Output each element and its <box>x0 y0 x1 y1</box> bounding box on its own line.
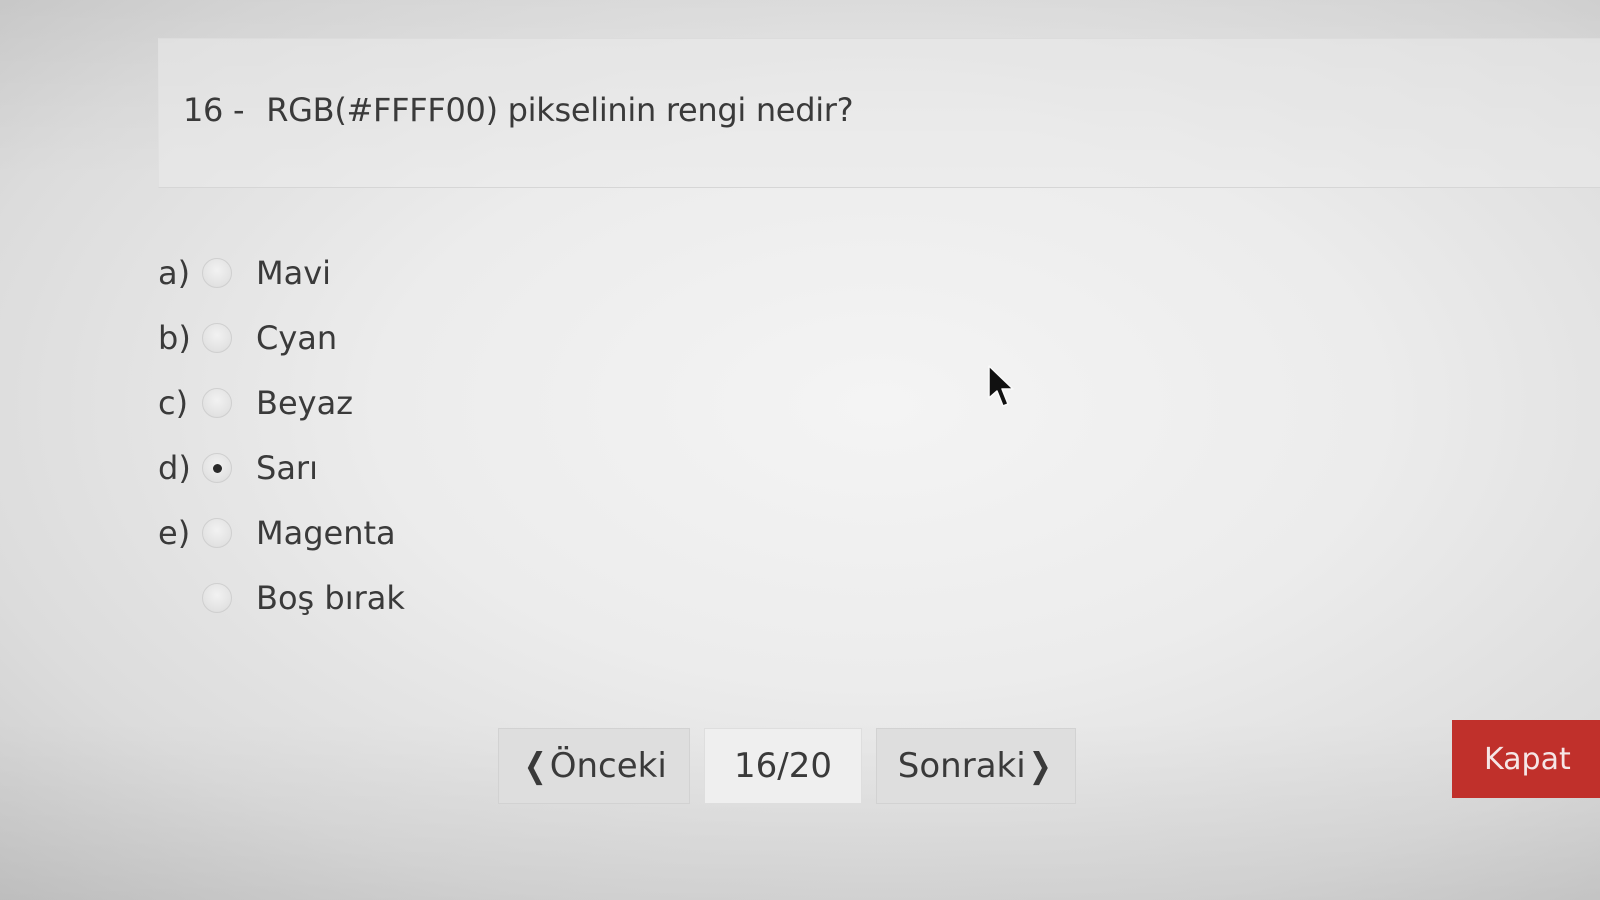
option-d[interactable]: d) Sarı <box>158 435 405 500</box>
option-a[interactable]: a) Mavi <box>158 240 405 305</box>
option-letter: a) <box>158 253 191 292</box>
previous-label: Önceki <box>549 746 667 786</box>
option-label[interactable]: Beyaz <box>256 384 353 422</box>
option-label[interactable]: Mavi <box>256 254 331 292</box>
previous-button[interactable]: ❮ Önceki <box>498 728 690 804</box>
radio-button[interactable] <box>202 257 232 288</box>
option-letter: e) <box>158 513 191 552</box>
option-skip[interactable]: Boş bırak <box>158 565 405 630</box>
option-letter: d) <box>158 448 191 487</box>
option-letter: b) <box>158 318 191 357</box>
question-text: 16 - RGB(#FFFF00) pikselinin rengi nedir? <box>183 91 854 129</box>
option-label[interactable]: Cyan <box>256 319 337 357</box>
radio-button[interactable] <box>202 387 232 418</box>
question-number: 16 - <box>183 91 245 129</box>
option-label[interactable]: Boş bırak <box>256 579 405 617</box>
question-body: RGB(#FFFF00) pikselinin rengi nedir? <box>266 91 854 129</box>
option-b[interactable]: b) Cyan <box>158 305 405 370</box>
option-letter: c) <box>158 383 189 422</box>
radio-button[interactable] <box>202 322 232 353</box>
option-label[interactable]: Magenta <box>256 514 396 552</box>
chevron-right-icon: ❯ <box>1028 746 1052 786</box>
radio-button[interactable] <box>202 582 232 613</box>
option-e[interactable]: e) Magenta <box>158 500 405 565</box>
radio-button[interactable] <box>202 517 232 548</box>
option-c[interactable]: c) Beyaz <box>158 370 405 435</box>
close-button[interactable]: Kapat <box>1452 720 1600 798</box>
chevron-left-icon: ❮ <box>524 746 547 786</box>
question-panel: 16 - RGB(#FFFF00) pikselinin rengi nedir? <box>158 38 1600 188</box>
next-label: Sonraki <box>897 746 1026 786</box>
answer-options: a) Mavi b) Cyan c) Beyaz d) Sarı e) Mage… <box>158 240 405 630</box>
close-label: Kapat <box>1484 741 1571 777</box>
page-indicator: 16/20 <box>704 728 862 804</box>
mouse-pointer-icon <box>988 365 1014 407</box>
option-label[interactable]: Sarı <box>256 449 318 487</box>
radio-button-selected[interactable] <box>202 452 232 483</box>
next-button[interactable]: Sonraki ❯ <box>876 728 1076 804</box>
